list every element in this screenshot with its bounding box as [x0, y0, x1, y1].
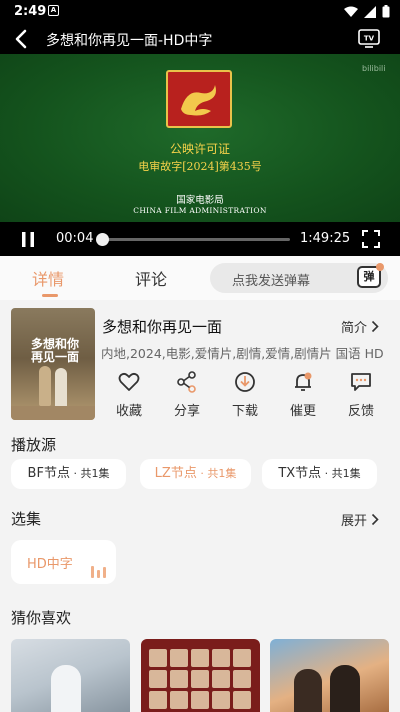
poster-ground — [11, 406, 95, 420]
action-label: 下载 — [231, 404, 258, 419]
source-item-lz[interactable]: LZ节点 · 共1集 — [140, 459, 251, 489]
recommend-card[interactable] — [141, 639, 260, 712]
expand-label: 展开 — [341, 514, 368, 529]
source-name: TX节点 — [278, 466, 322, 481]
detail-panel: 详情 评论 点我发送弹幕 弹 多想和你再见一面 多想和你再见一面 简介 内地,2… — [0, 256, 400, 712]
bell-icon — [295, 372, 312, 391]
bureau-name-cn: 国家电影局 — [176, 195, 224, 206]
player-controls: 00:04 1:49:25 — [0, 222, 400, 256]
episodes-title: 选集 — [11, 510, 42, 528]
poster-figure — [39, 366, 51, 406]
svg-text:TV: TV — [364, 35, 375, 43]
source-list: BF节点 · 共1集 LZ节点 · 共1集 TX节点 · 共1集 — [11, 459, 391, 489]
signal-icon — [364, 5, 376, 18]
status-time: 2:49 — [14, 4, 47, 19]
recommend-list — [11, 639, 391, 712]
danmaku-badge-dot — [376, 263, 384, 271]
download-button[interactable]: 下载 — [220, 370, 270, 419]
share-icon — [177, 371, 196, 393]
chevron-right-icon — [371, 513, 379, 526]
recommend-title: 猜你喜欢 — [11, 609, 72, 627]
expand-episodes-button[interactable]: 展开 — [341, 510, 379, 529]
tab-detail-label: 详情 — [32, 270, 65, 289]
notification-icon: A — [48, 5, 59, 16]
status-icons — [344, 5, 390, 18]
intro-link[interactable]: 简介 — [341, 317, 379, 336]
episode-item[interactable]: HD中字 — [11, 540, 116, 584]
dragon-icon — [181, 85, 216, 116]
share-button[interactable]: 分享 — [162, 370, 212, 419]
sources-title: 播放源 — [11, 436, 57, 454]
tab-underline — [42, 294, 58, 297]
feedback-icon — [351, 373, 371, 391]
playing-indicator-icon — [91, 559, 109, 578]
source-name: BF节点 — [27, 466, 70, 481]
source-item-bf[interactable]: BF节点 · 共1集 — [11, 459, 126, 489]
action-label: 催更 — [289, 404, 316, 419]
movie-tags: 内地,2024,电影,爱情片,剧情,爱情,剧情片 国语 HD — [101, 346, 384, 361]
source-name: LZ节点 — [154, 466, 197, 481]
chevron-right-icon — [371, 320, 379, 333]
video-title: 多想和你再见一面-HD中字 — [46, 33, 213, 49]
poster-figure — [55, 368, 67, 408]
recommend-poster-figure — [294, 669, 322, 712]
danmaku-input[interactable]: 点我发送弹幕 弹 — [210, 263, 388, 293]
source-count: · 共1集 — [196, 467, 237, 480]
fullscreen-icon[interactable] — [362, 230, 380, 248]
recommend-poster-grid — [149, 649, 251, 709]
favorite-button[interactable]: 收藏 — [104, 370, 154, 419]
episode-label: HD中字 — [27, 557, 73, 572]
source-count: · 共1集 — [321, 467, 361, 480]
battery-icon — [382, 5, 390, 18]
recommend-card[interactable] — [11, 639, 130, 712]
seek-handle[interactable] — [96, 233, 110, 246]
wifi-icon — [344, 6, 358, 17]
download-icon — [235, 372, 255, 392]
tv-cast-button[interactable]: TV — [358, 29, 380, 48]
action-label: 收藏 — [115, 404, 142, 419]
movie-title: 多想和你再见一面 — [102, 318, 223, 336]
danmaku-placeholder: 点我发送弹幕 — [232, 274, 311, 289]
movie-poster[interactable]: 多想和你再见一面 — [11, 308, 95, 420]
seek-bar[interactable] — [96, 233, 290, 246]
tab-bar: 详情 评论 点我发送弹幕 弹 — [0, 256, 400, 300]
request-update-button[interactable]: 催更 — [278, 370, 328, 419]
tab-detail[interactable]: 详情 — [32, 266, 65, 297]
current-time: 00:04 — [56, 231, 94, 246]
bureau-name-en: CHINA FILM ADMINISTRATION — [133, 206, 267, 215]
action-bar: 收藏 分享 下载 催更 反馈 — [100, 370, 390, 422]
tab-comment[interactable]: 评论 — [135, 266, 167, 290]
tab-comment-label: 评论 — [135, 270, 168, 289]
status-bar: 2:49 A — [0, 0, 400, 24]
action-label: 分享 — [173, 404, 200, 419]
back-arrow-icon[interactable] — [14, 29, 28, 49]
recommend-card[interactable] — [270, 639, 389, 712]
poster-title: 多想和你再见一面 — [30, 337, 79, 364]
dragon-logo — [166, 70, 232, 128]
pause-icon[interactable] — [20, 231, 36, 248]
intro-label: 简介 — [341, 321, 368, 336]
action-label: 反馈 — [347, 404, 374, 419]
heart-icon — [118, 372, 140, 391]
source-item-tx[interactable]: TX节点 · 共1集 — [262, 459, 377, 489]
feedback-button[interactable]: 反馈 — [336, 370, 386, 419]
video-watermark: bilibili — [362, 64, 386, 73]
video-frame[interactable]: bilibili 公映许可证 电审故字[2024]第435号 国家电影局 CHI… — [0, 54, 400, 222]
license-title: 公映许可证 — [169, 142, 230, 156]
player-top-bar: 多想和你再见一面-HD中字 TV — [0, 24, 400, 54]
recommend-poster-figure — [51, 665, 81, 712]
duration: 1:49:25 — [300, 231, 351, 246]
recommend-poster-figure — [330, 665, 360, 712]
tv-icon: TV — [358, 29, 380, 48]
license-number: 电审故字[2024]第435号 — [138, 160, 262, 173]
source-count: · 共1集 — [69, 467, 110, 480]
